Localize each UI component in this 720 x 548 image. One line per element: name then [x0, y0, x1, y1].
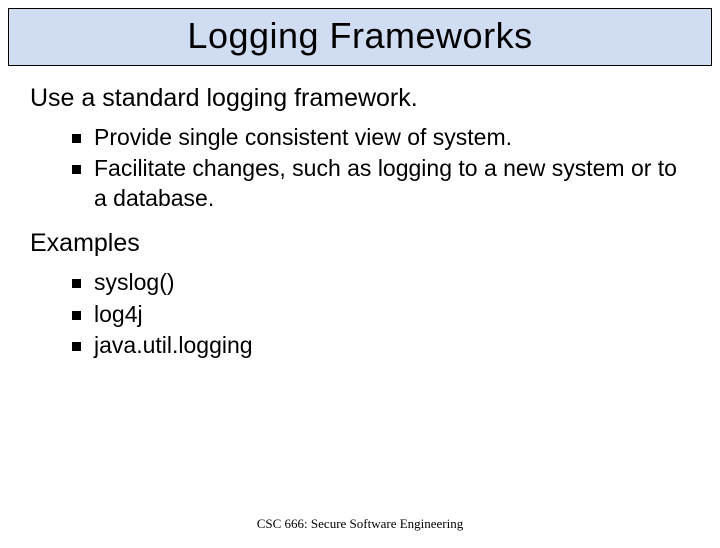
list-item: log4j: [72, 300, 690, 329]
title-bar: Logging Frameworks: [8, 8, 712, 66]
examples-heading: Examples: [30, 229, 690, 258]
slide-content: Use a standard logging framework. Provid…: [0, 66, 720, 361]
intro-bullet-list: Provide single consistent view of system…: [30, 123, 690, 213]
list-item: java.util.logging: [72, 331, 690, 360]
intro-text: Use a standard logging framework.: [30, 84, 690, 113]
slide-footer: CSC 666: Secure Software Engineering: [0, 516, 720, 532]
examples-bullet-list: syslog() log4j java.util.logging: [30, 268, 690, 360]
list-item: syslog(): [72, 268, 690, 297]
list-item: Facilitate changes, such as logging to a…: [72, 154, 690, 213]
slide-title: Logging Frameworks: [9, 15, 711, 57]
list-item: Provide single consistent view of system…: [72, 123, 690, 152]
